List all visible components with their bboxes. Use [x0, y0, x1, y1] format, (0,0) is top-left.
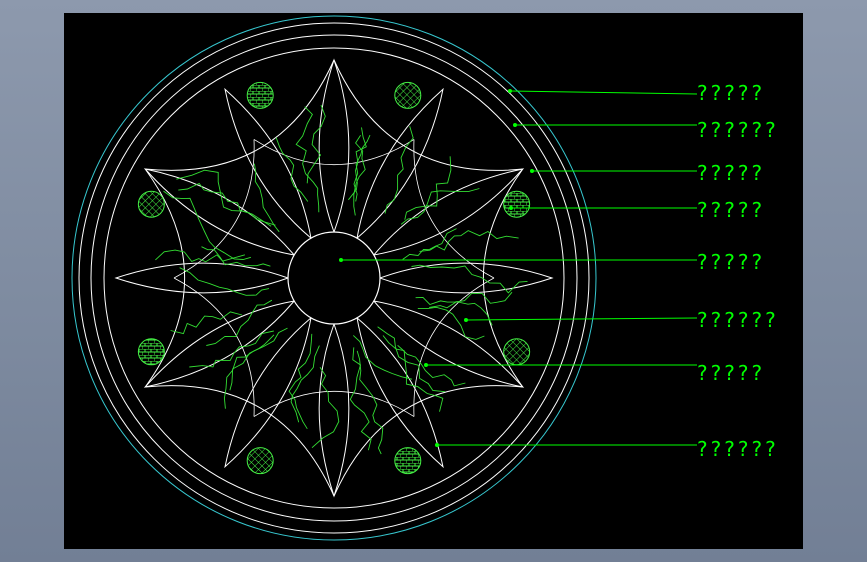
floor-medallion-drawing	[71, 15, 698, 541]
inner-scallop-arc	[413, 139, 495, 279]
petal-outline	[372, 300, 525, 388]
inlay-dot	[246, 447, 274, 475]
vein-line	[179, 267, 270, 296]
inner-scallop-arc	[413, 277, 495, 417]
leader-dot	[424, 363, 428, 367]
petal-outline	[356, 87, 444, 240]
vein-line	[275, 137, 309, 202]
petal-outline	[224, 87, 312, 240]
petal-outline	[114, 262, 290, 294]
inlay-dot	[503, 338, 531, 366]
inlay-dot	[394, 81, 422, 109]
leader-dot	[464, 318, 468, 322]
scallop-arc	[145, 385, 335, 497]
inlay-dot	[137, 190, 165, 218]
vein-line	[176, 169, 272, 227]
vein-line	[349, 347, 372, 451]
vein-line	[155, 249, 246, 263]
inlay-dot	[503, 190, 531, 218]
petal-outline	[224, 316, 312, 469]
vein-line	[290, 345, 320, 423]
vein-line	[311, 366, 340, 449]
vein-line	[400, 188, 480, 225]
vein-line	[419, 230, 519, 252]
cad-drawing-canvas	[64, 13, 803, 549]
leader-dot	[530, 169, 534, 173]
vein-line	[415, 291, 513, 306]
vein-line	[206, 299, 273, 346]
petal-outline	[318, 58, 350, 234]
vein-line	[253, 163, 280, 233]
vein-line	[170, 311, 243, 335]
vein-line	[306, 104, 326, 184]
leader-dot	[435, 443, 439, 447]
petal-outline	[143, 300, 296, 388]
vein-line	[404, 156, 452, 220]
inner-scallop-arc	[173, 139, 255, 279]
vein-line	[417, 306, 485, 340]
inlay-dot	[394, 447, 422, 475]
scallop-arc	[333, 385, 523, 497]
leader-dot	[339, 258, 343, 262]
petal-outline	[143, 168, 296, 256]
leader-lines	[339, 89, 698, 447]
inlay-dot	[246, 81, 274, 109]
petal-outline	[318, 322, 350, 498]
vein-line	[384, 126, 414, 214]
center-medallion	[287, 231, 381, 325]
inner-scallop-arc	[253, 390, 415, 417]
inlay-dot	[137, 338, 165, 366]
leader-line	[465, 317, 698, 321]
leader-line	[509, 90, 698, 95]
leader-dot	[508, 89, 512, 93]
inner-scallop-arc	[173, 277, 255, 417]
leader-dot	[509, 206, 513, 210]
leader-dot	[513, 123, 517, 127]
vein-line	[353, 134, 366, 216]
